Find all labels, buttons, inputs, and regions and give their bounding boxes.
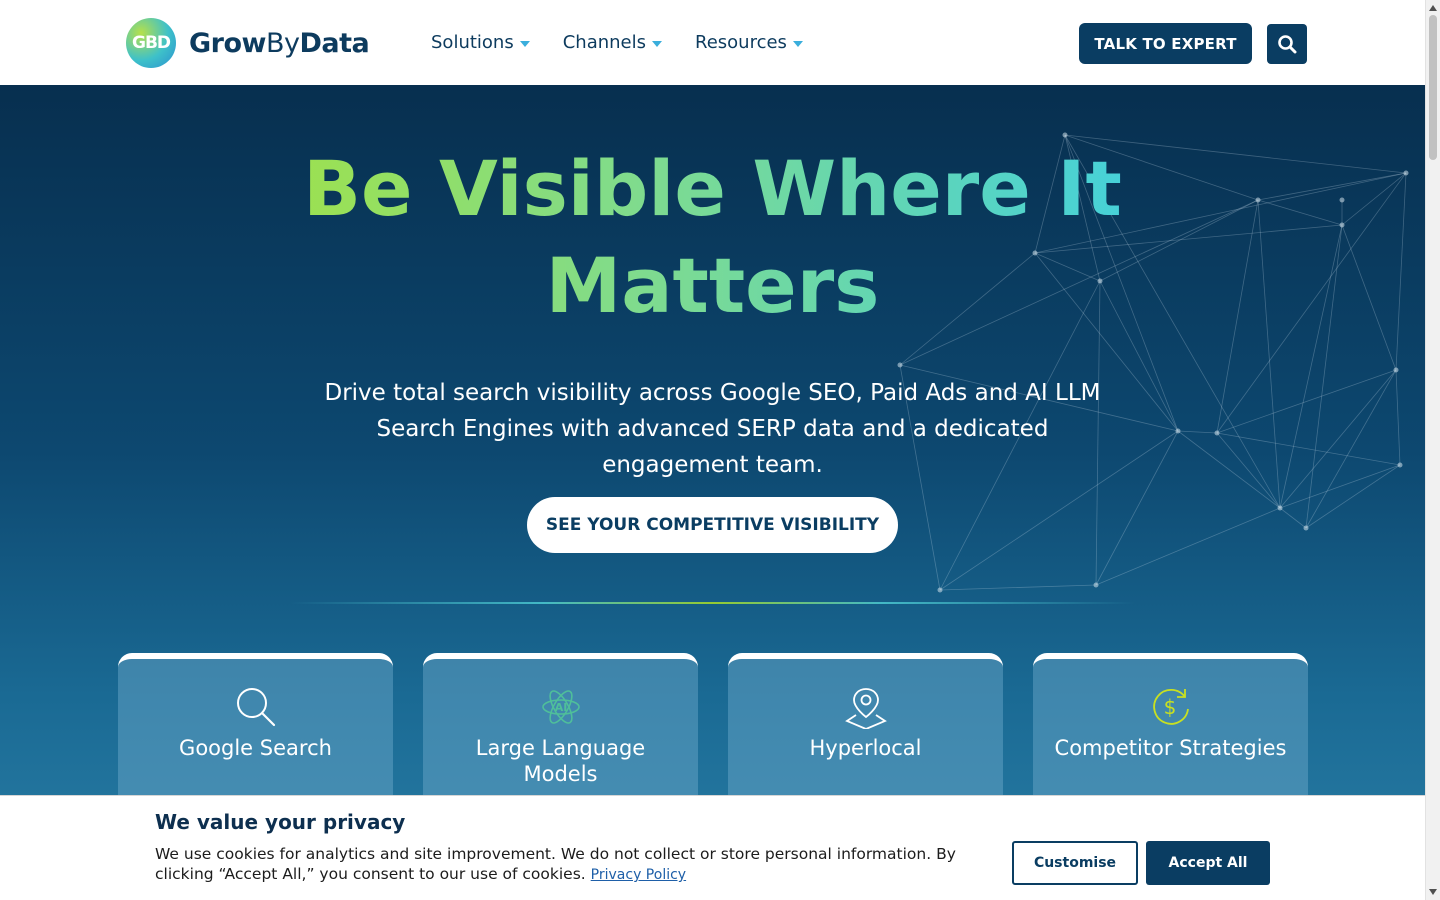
search-icon (1278, 35, 1297, 54)
cookie-banner: We value your privacy We use cookies for… (0, 795, 1425, 900)
feature-cards: Google Search AI Large Language Models H… (118, 653, 1308, 813)
accept-all-button[interactable]: Accept All (1146, 841, 1270, 885)
logo-mark: GBD (126, 18, 176, 68)
nav-channels-label: Channels (562, 32, 646, 53)
scroll-up-icon[interactable] (1429, 5, 1437, 11)
cookie-title: We value your privacy (155, 810, 406, 834)
page-scrollbar[interactable] (1425, 0, 1440, 900)
card-title: Google Search (179, 736, 332, 760)
site-header: GBD GrowByData Solutions Channels Resour… (0, 0, 1425, 85)
cookie-text: We use cookies for analytics and site im… (155, 844, 985, 885)
card-title: Hyperlocal (809, 736, 922, 760)
hero-subtitle: Drive total search visibility across Goo… (324, 380, 1101, 478)
scroll-thumb[interactable] (1429, 15, 1437, 160)
customise-button[interactable]: Customise (1012, 841, 1138, 885)
logo[interactable]: GBD GrowByData (126, 18, 370, 68)
nav-solutions[interactable]: Solutions (431, 32, 530, 53)
magnifier-icon (236, 688, 275, 727)
card-google-search[interactable]: Google Search (118, 653, 393, 813)
hero-title-line1: Be Visible Where It (0, 140, 1425, 237)
hero-section: Be Visible Where It Matters Drive total … (0, 85, 1425, 900)
chevron-down-icon (519, 40, 530, 47)
nav-resources-label: Resources (695, 32, 787, 53)
map-pin-icon (844, 688, 887, 729)
nav-channels[interactable]: Channels (563, 32, 662, 53)
chevron-down-icon (652, 40, 662, 47)
card-llm[interactable]: AI Large Language Models (423, 653, 698, 813)
svg-text:$: $ (1163, 695, 1176, 719)
logo-wordmark: GrowByData (189, 27, 370, 59)
competitive-visibility-button[interactable]: SEE YOUR COMPETITIVE VISIBILITY (527, 497, 898, 553)
scroll-down-icon[interactable] (1429, 889, 1437, 895)
nav-resources[interactable]: Resources (695, 32, 803, 53)
hero-title: Be Visible Where It Matters (0, 140, 1425, 334)
card-title: Competitor Strategies (1054, 736, 1287, 760)
card-title: Large Language Models (475, 736, 646, 786)
svg-text:AI: AI (554, 701, 567, 714)
chevron-down-icon (792, 40, 803, 47)
ai-atom-icon: AI (541, 690, 580, 724)
talk-to-expert-button[interactable]: TALK TO EXPERT (1079, 23, 1252, 64)
main-nav: Solutions Channels Resources (431, 32, 836, 53)
search-button[interactable] (1267, 24, 1307, 64)
gradient-divider (290, 602, 1135, 604)
card-competitor-strategies[interactable]: $ Competitor Strategies (1033, 653, 1308, 813)
privacy-policy-link[interactable]: Privacy Policy (591, 867, 686, 883)
dollar-refresh-icon: $ (1152, 688, 1189, 725)
card-hyperlocal[interactable]: Hyperlocal (728, 653, 1003, 813)
cookie-description: We use cookies for analytics and site im… (155, 845, 956, 883)
hero-title-line2: Matters (0, 237, 1425, 334)
nav-solutions-label: Solutions (431, 32, 514, 53)
